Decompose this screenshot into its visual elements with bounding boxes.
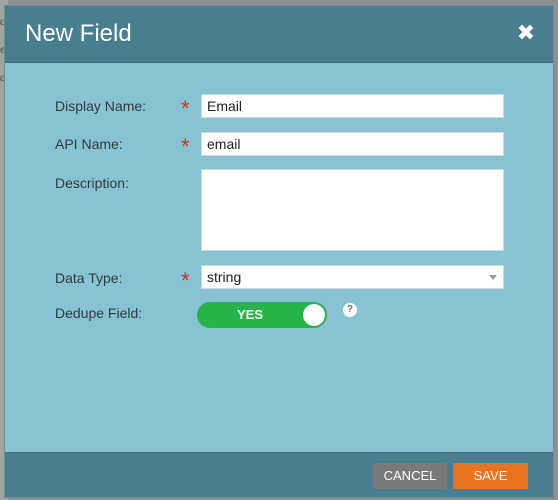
dedupe-field-label: Dedupe Field: (55, 305, 143, 321)
api-name-label: API Name: (55, 136, 123, 152)
required-asterisk: * (181, 96, 190, 121)
new-field-dialog: New Field ✖ Display Name: * API Name: * … (4, 5, 554, 498)
required-asterisk: * (181, 268, 190, 293)
data-type-label: Data Type: (55, 270, 123, 286)
dialog-title: New Field (25, 20, 132, 47)
save-button[interactable]: SAVE (453, 463, 528, 489)
dialog-footer: CANCEL SAVE (5, 452, 553, 497)
toggle-knob (303, 304, 325, 326)
api-name-input[interactable] (201, 132, 504, 156)
display-name-input[interactable] (201, 94, 504, 118)
description-label: Description: (55, 175, 129, 191)
close-icon[interactable]: ✖ (515, 22, 537, 44)
cancel-button[interactable]: CANCEL (373, 463, 447, 489)
data-type-value: string (207, 269, 242, 285)
required-asterisk: * (181, 134, 190, 159)
description-textarea[interactable] (201, 169, 504, 251)
data-type-select[interactable]: string (201, 265, 504, 289)
chevron-down-icon (489, 275, 497, 280)
help-icon[interactable]: ? (343, 303, 357, 317)
dialog-header: New Field ✖ (5, 6, 553, 63)
toggle-label: YES (236, 307, 263, 322)
display-name-label: Display Name: (55, 98, 147, 114)
dedupe-toggle[interactable]: YES (197, 302, 327, 328)
